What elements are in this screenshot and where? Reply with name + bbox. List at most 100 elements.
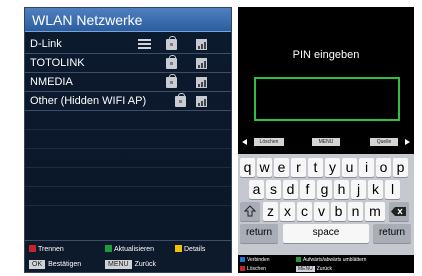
arrow-right-icon[interactable]	[405, 139, 410, 145]
menu-key: MENU	[296, 266, 315, 272]
network-row-hidden-ap[interactable]: Other (Hidden WIFI AP)	[25, 92, 231, 111]
empty-list-row	[25, 111, 231, 130]
red-key-icon	[29, 245, 36, 252]
network-list: D-Link TOTOLINK NMEDIA Other (Hidden WIF…	[25, 35, 231, 206]
onscreen-keyboard: q w e r t y u i o p a s d f g h j k l z	[238, 154, 414, 262]
empty-list-row	[25, 130, 231, 149]
arrow-left-icon[interactable]	[242, 139, 247, 145]
lock-icon	[175, 93, 186, 107]
empty-list-row	[25, 187, 231, 206]
disconnect-label: Trennen	[38, 246, 64, 253]
key-p[interactable]: p	[393, 158, 408, 177]
wlan-panel-title: WLAN Netzwerke	[25, 8, 231, 32]
key-l[interactable]: l	[385, 180, 400, 199]
delete-button[interactable]: Löschen	[254, 138, 284, 146]
key-j[interactable]: j	[351, 180, 366, 199]
delete-footer-button[interactable]: Löschen	[240, 266, 266, 272]
key-s[interactable]: s	[266, 180, 281, 199]
pin-title: PIN eingeben	[292, 49, 360, 61]
key-u[interactable]: u	[342, 158, 357, 177]
ok-key: OK	[29, 260, 46, 269]
network-name: NMEDIA	[30, 76, 73, 88]
signal-icon	[196, 58, 207, 69]
keyboard-row-2: a s d f g h j k l	[238, 180, 414, 199]
confirm-label: Bestätigen	[48, 261, 82, 268]
shift-key[interactable]	[240, 202, 260, 221]
page-updown-label: Aufwärts/abwärts umblättern	[303, 257, 367, 263]
return-key-left[interactable]: return	[240, 224, 278, 243]
key-x[interactable]: x	[280, 202, 295, 221]
back-label: Zurück	[316, 266, 333, 272]
signal-icon	[196, 39, 207, 50]
network-name: D-Link	[30, 38, 62, 50]
details-button[interactable]: Details	[175, 245, 205, 255]
signal-icon	[196, 77, 207, 88]
confirm-button[interactable]: OK Bestätigen	[29, 260, 81, 270]
network-name: TOTOLINK	[30, 57, 85, 69]
key-w[interactable]: w	[257, 158, 272, 177]
lock-icon	[166, 74, 177, 88]
link-icon	[138, 39, 151, 50]
wlan-networks-panel: WLAN Netzwerke D-Link TOTOLINK NMEDIA Ot…	[24, 7, 232, 273]
pin-input[interactable]	[254, 77, 400, 121]
yellow-key-icon	[175, 245, 182, 252]
empty-list-row	[25, 149, 231, 168]
key-c[interactable]: c	[297, 202, 312, 221]
key-k[interactable]: k	[368, 180, 383, 199]
refresh-label: Aktualisieren	[114, 246, 155, 253]
green-key-icon	[296, 257, 301, 262]
key-a[interactable]: a	[249, 180, 264, 199]
space-key[interactable]: space	[283, 224, 369, 243]
connect-label: Verbinden	[247, 257, 270, 263]
back-button[interactable]: MENU Zurück	[105, 260, 156, 270]
wlan-footer: Trennen Aktualisieren Details OK Bestätig…	[25, 240, 231, 272]
key-i[interactable]: i	[359, 158, 374, 177]
key-e[interactable]: e	[274, 158, 289, 177]
blue-key-icon	[240, 257, 245, 262]
key-f[interactable]: f	[300, 180, 315, 199]
key-g[interactable]: g	[317, 180, 332, 199]
key-q[interactable]: q	[240, 158, 255, 177]
pin-footer: Verbinden Aufwärts/abwärts umblättern Lö…	[238, 255, 414, 273]
red-key-icon	[240, 266, 245, 271]
network-row-dlink[interactable]: D-Link	[25, 35, 231, 54]
key-r[interactable]: r	[291, 158, 306, 177]
source-button[interactable]: Quelle	[370, 138, 398, 146]
network-row-totolink[interactable]: TOTOLINK	[25, 54, 231, 73]
lock-icon	[166, 36, 177, 50]
key-n[interactable]: n	[348, 202, 363, 221]
shift-icon	[244, 205, 256, 217]
back-label: Zurück	[134, 261, 157, 268]
key-v[interactable]: v	[314, 202, 329, 221]
return-key-right[interactable]: return	[373, 224, 411, 243]
key-t[interactable]: t	[308, 158, 323, 177]
key-d[interactable]: d	[283, 180, 298, 199]
refresh-button[interactable]: Aktualisieren	[105, 245, 154, 255]
backspace-icon	[391, 207, 406, 216]
key-m[interactable]: m	[365, 202, 385, 221]
menu-key: MENU	[105, 260, 132, 269]
menu-button[interactable]: MENU	[312, 138, 340, 146]
empty-list-row	[25, 168, 231, 187]
keyboard-row-4: return space return	[238, 224, 414, 243]
backspace-key[interactable]	[389, 202, 409, 221]
key-o[interactable]: o	[376, 158, 391, 177]
delete-label: Löschen	[247, 266, 266, 272]
keyboard-row-3: z x c v b n m	[238, 202, 414, 221]
lock-icon	[166, 55, 177, 69]
key-z[interactable]: z	[263, 202, 278, 221]
key-y[interactable]: y	[325, 158, 340, 177]
network-row-nmedia[interactable]: NMEDIA	[25, 73, 231, 92]
keyboard-row-1: q w e r t y u i o p	[238, 158, 414, 177]
pin-entry-panel: PIN eingeben Löschen MENU Quelle q w e r…	[238, 7, 414, 273]
key-h[interactable]: h	[334, 180, 349, 199]
details-label: Details	[184, 246, 206, 253]
network-name: Other (Hidden WIFI AP)	[30, 95, 147, 107]
pin-action-bar: Löschen MENU Quelle	[238, 137, 414, 147]
page-updown-button[interactable]: Aufwärts/abwärts umblättern	[296, 257, 366, 263]
disconnect-button[interactable]: Trennen	[29, 245, 64, 255]
green-key-icon	[105, 245, 112, 252]
connect-button[interactable]: Verbinden	[240, 257, 270, 263]
key-b[interactable]: b	[331, 202, 346, 221]
back-footer-button[interactable]: MENU Zurück	[296, 266, 332, 272]
